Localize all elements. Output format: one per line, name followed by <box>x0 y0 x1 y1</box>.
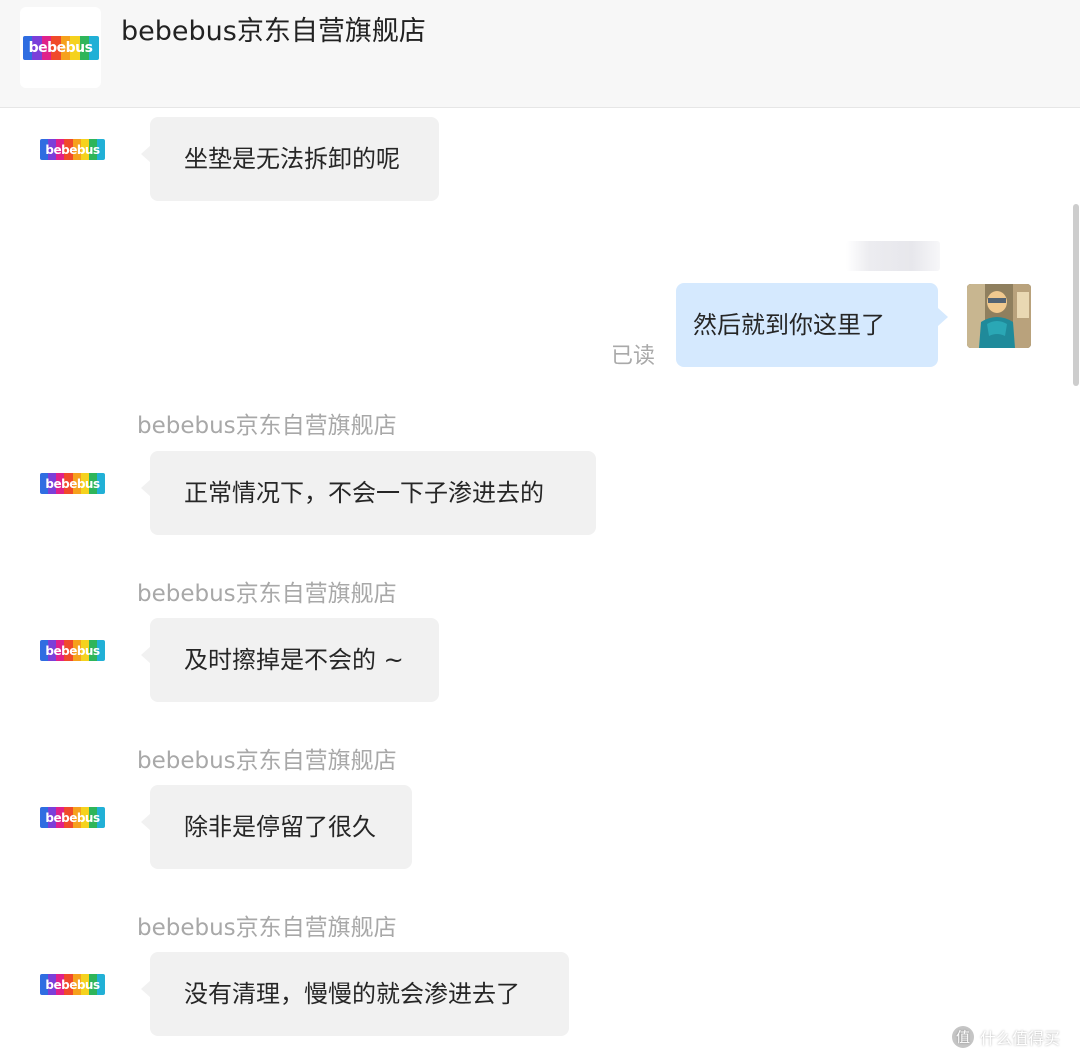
scrollbar-thumb[interactable] <box>1073 204 1079 386</box>
shop-message-bubble[interactable]: 坐垫是无法拆卸的呢 <box>141 117 439 201</box>
sender-name: bebebus京东自营旗舰店 <box>137 413 397 439</box>
bebebus-logo-icon: bebebus <box>40 974 105 995</box>
shop-message-bubble[interactable]: 没有清理，慢慢的就会渗进去了 <box>141 952 569 1036</box>
bebebus-logo-icon: bebebus <box>40 473 105 494</box>
shop-message-avatar[interactable]: bebebus <box>40 640 105 665</box>
shop-message-avatar[interactable]: bebebus <box>40 807 105 832</box>
shop-message-avatar[interactable]: bebebus <box>40 139 105 164</box>
user-photo <box>967 284 1031 348</box>
shop-message-bubble[interactable]: 及时擦掉是不会的 ~ <box>141 618 439 702</box>
bebebus-logo-icon: bebebus <box>40 640 105 661</box>
logo-wordmark: bebebus <box>45 476 100 491</box>
bebebus-logo-icon: bebebus <box>22 35 99 60</box>
chat-title: bebebus京东自营旗舰店 <box>121 16 426 47</box>
shop-message-bubble[interactable]: 正常情况下，不会一下子渗进去的 <box>141 451 596 535</box>
shop-message-bubble[interactable]: 除非是停留了很久 <box>141 785 412 869</box>
logo-wordmark: bebebus <box>45 977 100 992</box>
bebebus-logo-icon: bebebus <box>40 807 105 828</box>
user-avatar[interactable] <box>967 284 1031 348</box>
watermark: 值 什么值得买 <box>952 1024 1060 1050</box>
logo-wordmark: bebebus <box>45 810 100 825</box>
my-message-bubble[interactable]: 然后就到你这里了 <box>676 283 948 367</box>
sender-name: bebebus京东自营旗舰店 <box>137 581 397 607</box>
logo-wordmark: bebebus <box>28 39 93 56</box>
read-status: 已读 <box>611 344 656 369</box>
watermark-text: 什么值得买 <box>980 1029 1061 1048</box>
bebebus-logo-icon: bebebus <box>40 139 105 160</box>
zhi-logo-icon: 值 <box>952 1026 974 1048</box>
sender-name: bebebus京东自营旗舰店 <box>137 748 397 774</box>
chat-header: bebebus bebebus京东自营旗舰店 <box>0 0 1080 108</box>
shop-avatar[interactable]: bebebus <box>20 7 101 88</box>
logo-wordmark: bebebus <box>45 142 100 157</box>
chat-window: bebebus bebebus京东自营旗舰店 bebebus 坐垫是无法拆卸的呢… <box>0 0 1080 1060</box>
logo-wordmark: bebebus <box>45 643 100 658</box>
blurred-timestamp <box>846 241 940 271</box>
shop-message-avatar[interactable]: bebebus <box>40 473 105 498</box>
sender-name: bebebus京东自营旗舰店 <box>137 915 397 941</box>
shop-message-avatar[interactable]: bebebus <box>40 974 105 999</box>
